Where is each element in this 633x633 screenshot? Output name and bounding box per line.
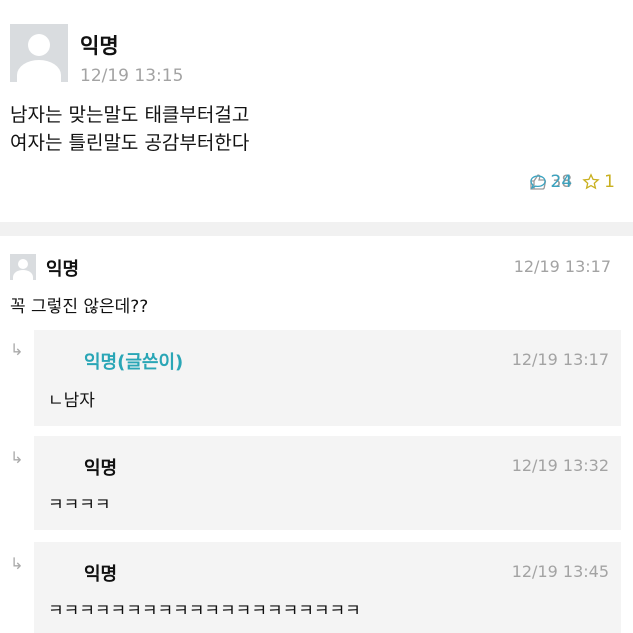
post-body-line-2: 여자는 틀린말도 공감부터한다 bbox=[10, 132, 250, 154]
post-stats: 38 24 1 bbox=[529, 172, 615, 192]
reply-text: ㄴ남자 bbox=[48, 391, 95, 411]
comment-count: 24 bbox=[550, 172, 573, 192]
post-body-line-1: 남자는 맞는말도 태클부터걸고 bbox=[10, 104, 250, 126]
section-divider bbox=[0, 222, 633, 236]
reply-item: 익명 12/19 13:32 ㅋㅋㅋㅋ bbox=[34, 436, 621, 530]
comment-text: 꼭 그렇진 않은데?? bbox=[10, 297, 149, 317]
reply-text: ㅋㅋㅋㅋ bbox=[48, 495, 111, 515]
avatar-body-shape bbox=[13, 270, 33, 280]
reply-item: 익명 12/19 13:45 ㅋㅋㅋㅋㅋㅋㅋㅋㅋㅋㅋㅋㅋㅋㅋㅋㅋㅋㅋㅋ bbox=[34, 542, 621, 633]
scrap-count: 1 bbox=[604, 172, 615, 192]
reply-item: 익명(글쓴이) 12/19 13:17 ㄴ남자 bbox=[34, 330, 621, 426]
reply-time: 12/19 13:32 bbox=[511, 456, 609, 475]
comment-time: 12/19 13:17 bbox=[513, 257, 611, 276]
post-time: 12/19 13:15 bbox=[80, 66, 184, 86]
comment-item: 익명 12/19 13:17 꼭 그렇진 않은데?? bbox=[0, 236, 633, 324]
reply-time: 12/19 13:17 bbox=[511, 350, 609, 369]
star-icon bbox=[582, 173, 600, 190]
post-card: 익명 12/19 13:15 남자는 맞는말도 태클부터걸고 여자는 틀린말도 … bbox=[0, 0, 633, 222]
comment-count-button[interactable]: 24 bbox=[529, 172, 573, 192]
post-author: 익명 bbox=[80, 34, 119, 58]
post-avatar bbox=[10, 24, 68, 82]
reply-author: 익명 bbox=[84, 564, 118, 585]
reply-text: ㅋㅋㅋㅋㅋㅋㅋㅋㅋㅋㅋㅋㅋㅋㅋㅋㅋㅋㅋㅋ bbox=[48, 601, 361, 621]
reply-author: 익명 bbox=[84, 458, 118, 479]
comment-avatar bbox=[10, 254, 36, 280]
reply-arrow-icon: ↳ bbox=[10, 340, 24, 359]
reply-time: 12/19 13:45 bbox=[511, 562, 609, 581]
avatar-body-shape bbox=[17, 60, 61, 82]
speech-bubble-icon bbox=[529, 175, 546, 190]
reply-arrow-icon: ↳ bbox=[10, 448, 24, 467]
scrap-button[interactable]: 1 bbox=[582, 172, 615, 192]
reply-arrow-icon: ↳ bbox=[10, 554, 24, 573]
reply-author-op: 익명(글쓴이) bbox=[84, 352, 184, 373]
comment-author: 익명 bbox=[46, 259, 80, 280]
avatar-head-shape bbox=[18, 259, 28, 269]
avatar-head-shape bbox=[28, 34, 50, 56]
